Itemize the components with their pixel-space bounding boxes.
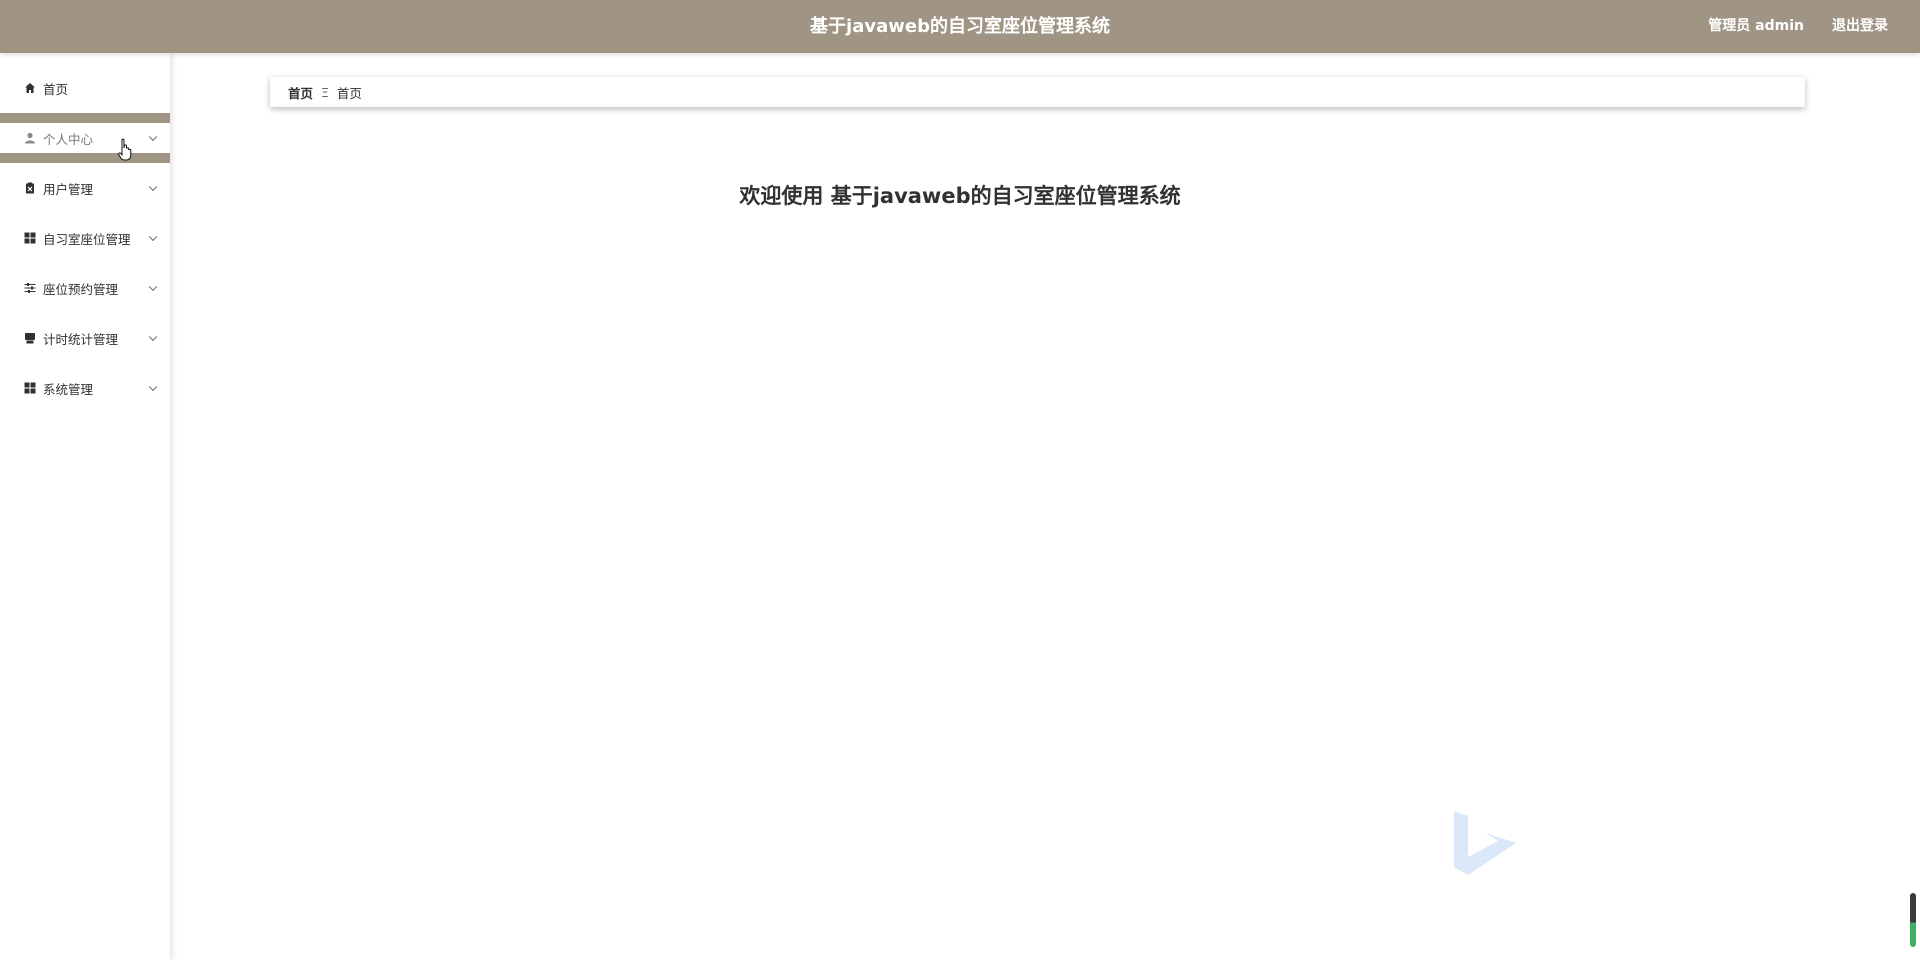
sidebar: 首页 个人中心 用户管理 自习室座位管理 座位预约管理 计时统计管理 系统管理 <box>0 53 170 960</box>
sidebar-item-label: 计时统计管理 <box>43 331 119 347</box>
sidebar-item-home[interactable]: 首页 <box>0 63 170 113</box>
breadcrumb-separator-icon: Ξ <box>321 84 329 100</box>
chevron-down-icon <box>148 132 158 142</box>
welcome-heading: 欢迎使用 基于javaweb的自习室座位管理系统 <box>739 184 1181 208</box>
sidebar-item-personal-center[interactable]: 个人中心 <box>0 113 170 163</box>
breadcrumb-home-link[interactable]: 首页 <box>288 83 313 102</box>
chevron-down-icon <box>148 182 158 192</box>
app-title: 基于javaweb的自习室座位管理系统 <box>810 16 1110 37</box>
hand-cursor-icon <box>118 138 132 161</box>
sidebar-item-reservation-management[interactable]: 座位预约管理 <box>0 263 170 313</box>
logout-button[interactable]: 退出登录 <box>1832 0 1888 53</box>
chevron-down-icon <box>148 232 158 242</box>
sidebar-item-label: 座位预约管理 <box>43 281 119 297</box>
sidebar-item-label: 自习室座位管理 <box>43 231 131 247</box>
header-actions: 管理员 admin 退出登录 <box>1708 0 1888 53</box>
sidebar-item-label: 首页 <box>43 81 69 97</box>
sliders-icon <box>24 283 36 293</box>
printer-icon <box>25 333 35 344</box>
bing-logo-icon <box>1454 811 1516 875</box>
sidebar-item-timing-statistics[interactable]: 计时统计管理 <box>0 313 170 363</box>
sidebar-item-label: 个人中心 <box>43 131 94 147</box>
clipboard-icon <box>26 182 34 194</box>
sidebar-item-label: 用户管理 <box>43 181 94 197</box>
sidebar-item-user-management[interactable]: 用户管理 <box>0 163 170 213</box>
breadcrumb-current: 首页 <box>336 85 362 101</box>
sidebar-item-seat-management[interactable]: 自习室座位管理 <box>0 213 170 263</box>
user-icon <box>25 132 35 144</box>
chevron-down-icon <box>148 332 158 342</box>
chevron-down-icon <box>148 282 158 292</box>
chevron-down-icon <box>148 382 158 392</box>
sidebar-item-system-management[interactable]: 系统管理 <box>0 363 170 413</box>
grid-icon <box>24 382 36 394</box>
sidebar-item-label: 系统管理 <box>43 381 94 397</box>
grid-icon <box>24 232 36 244</box>
home-icon <box>25 83 35 93</box>
top-header: 基于javaweb的自习室座位管理系统 管理员 admin 退出登录 <box>0 0 1920 53</box>
breadcrumb: 首页 Ξ 首页 <box>270 77 1805 107</box>
current-user-label: 管理员 admin <box>1708 18 1804 34</box>
scroll-indicator[interactable] <box>1910 893 1916 947</box>
